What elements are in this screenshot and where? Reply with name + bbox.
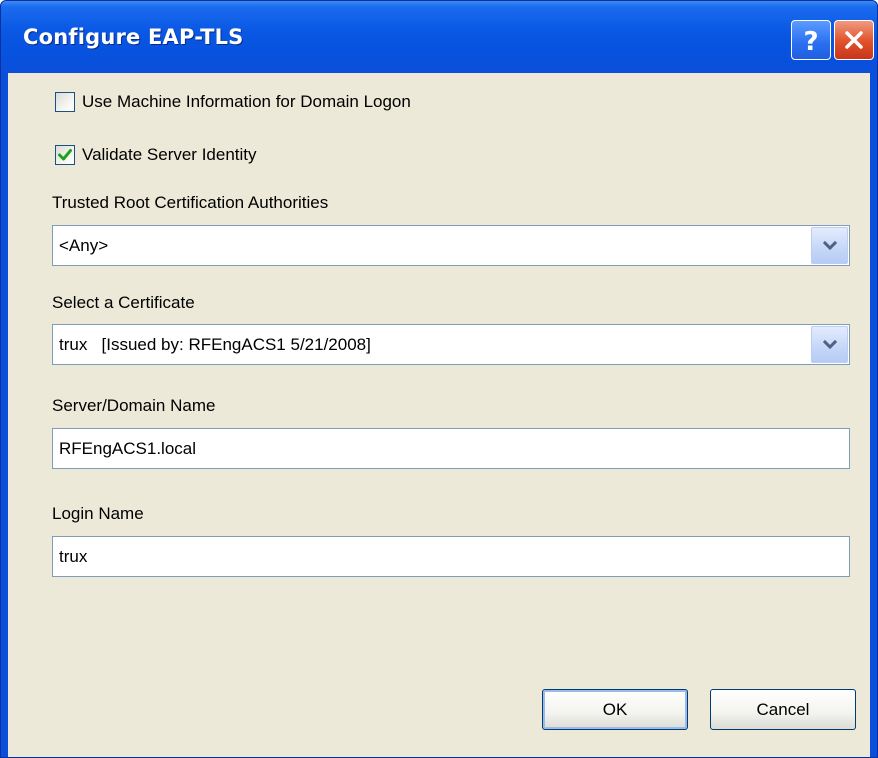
server-domain-label: Server/Domain Name — [52, 396, 216, 415]
chevron-down-icon — [822, 339, 837, 349]
dialog-body: Use Machine Information for Domain Logon… — [8, 73, 870, 757]
use-machine-info-label[interactable]: Use Machine Information for Domain Logon — [82, 92, 411, 112]
trusted-root-value: <Any> — [59, 236, 109, 255]
chevron-down-icon — [822, 240, 837, 250]
use-machine-info-checkbox[interactable] — [55, 92, 75, 112]
help-button[interactable]: ? — [791, 20, 831, 60]
checkmark-icon — [58, 149, 72, 161]
trusted-root-dropdown-button[interactable] — [811, 227, 848, 264]
svg-text:?: ? — [803, 27, 818, 54]
help-icon: ? — [803, 27, 818, 54]
title-bar[interactable]: Configure EAP-TLS ? — [1, 1, 877, 73]
close-button[interactable] — [834, 20, 874, 60]
login-name-label: Login Name — [52, 504, 144, 523]
validate-server-label[interactable]: Validate Server Identity — [82, 145, 257, 165]
window-title: Configure EAP-TLS — [23, 25, 244, 49]
login-name-input[interactable]: trux — [52, 536, 850, 577]
certificate-label: Select a Certificate — [52, 293, 195, 312]
server-domain-input[interactable]: RFEngACS1.local — [52, 428, 850, 469]
certificate-value: trux [Issued by: RFEngACS1 5/21/2008] — [59, 335, 371, 354]
trusted-root-label: Trusted Root Certification Authorities — [52, 193, 329, 212]
login-name-value: trux — [59, 547, 88, 566]
cancel-button[interactable]: Cancel — [710, 689, 856, 730]
server-domain-value: RFEngACS1.local — [59, 439, 197, 458]
certificate-select[interactable]: trux [Issued by: RFEngACS1 5/21/2008] — [52, 324, 850, 365]
certificate-dropdown-button[interactable] — [811, 326, 848, 363]
close-icon — [845, 31, 863, 49]
dialog-window: Configure EAP-TLS ? Use Machine Informat… — [0, 0, 878, 758]
ok-button[interactable]: OK — [542, 689, 688, 730]
validate-server-checkbox[interactable] — [55, 145, 75, 165]
trusted-root-select[interactable]: <Any> — [52, 225, 850, 266]
